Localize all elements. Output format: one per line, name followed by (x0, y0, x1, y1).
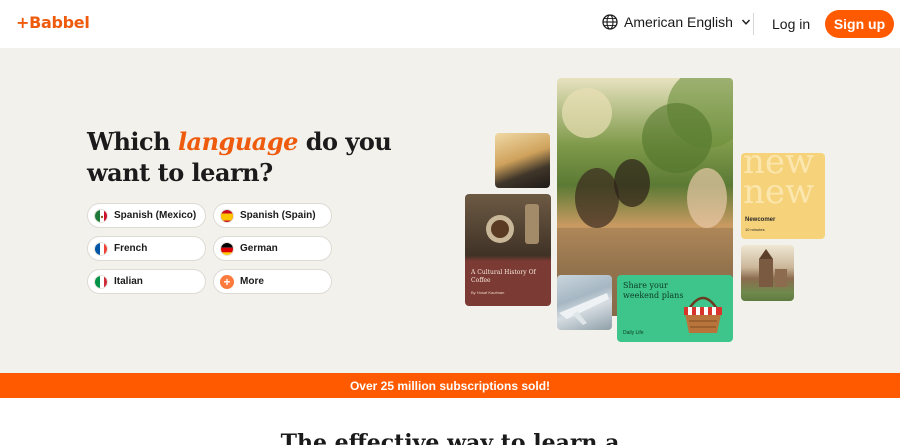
newcomer-card: new new Newcomer 10 minutes (741, 153, 825, 239)
hero-title-start: Which (87, 127, 178, 156)
hero-title-highlight: language (177, 127, 298, 156)
site-header: +Babbel American English Log in Sign up (0, 0, 900, 48)
subscriptions-banner: Over 25 million subscriptions sold! (0, 373, 900, 398)
language-option-italian[interactable]: Italian (87, 269, 206, 294)
language-option-label: French (114, 243, 148, 254)
germany-flag-icon (220, 241, 234, 256)
spain-flag-icon (220, 208, 234, 223)
login-link[interactable]: Log in (772, 16, 810, 32)
language-option-spanish-mexico[interactable]: Spanish (Mexico) (87, 203, 206, 228)
language-option-spanish-spain[interactable]: Spanish (Spain) (213, 203, 332, 228)
book-title: A Cultural History Of Coffee (471, 269, 536, 284)
car-window-photo (495, 133, 550, 188)
signup-button[interactable]: Sign up (825, 10, 894, 38)
book-author: By Hosaf Kaufman (471, 290, 505, 295)
language-option-label: German (240, 243, 278, 254)
language-option-french[interactable]: French (87, 236, 206, 261)
weekend-plans-tag: Daily Life (623, 330, 644, 336)
weekend-plans-card: Share your weekend plans Daily Life (617, 275, 733, 342)
language-option-german[interactable]: German (213, 236, 332, 261)
section-heading: The effective way to learn a (280, 430, 620, 445)
language-option-more[interactable]: + More (213, 269, 332, 294)
features-section: The effective way to learn a (0, 398, 900, 445)
plus-icon: + (220, 274, 234, 289)
banner-text: Over 25 million subscriptions sold! (349, 378, 551, 393)
language-option-label: More (240, 276, 264, 287)
language-option-label: Italian (114, 276, 143, 287)
language-option-label: Spanish (Mexico) (114, 210, 197, 221)
newcomer-duration: 10 minutes (745, 227, 765, 232)
hero-section: Which language do you want to learn? Spa… (0, 48, 900, 373)
france-flag-icon (94, 241, 108, 256)
newcomer-background-word: new new (743, 153, 815, 212)
language-selector-label: American English (624, 14, 733, 30)
globe-icon (602, 14, 618, 30)
coffee-book-card: A Cultural History Of Coffee By Hosaf Ka… (465, 194, 551, 306)
header-divider (753, 13, 754, 35)
picnic-basket-icon (684, 296, 722, 333)
language-selector[interactable]: American English (602, 14, 751, 30)
newcomer-label: Newcomer (745, 217, 776, 223)
language-option-label: Spanish (Spain) (240, 210, 316, 221)
hero-title: Which language do you want to learn? (87, 126, 447, 188)
italy-flag-icon (94, 274, 108, 289)
castle-town-photo (741, 245, 794, 301)
weekend-plans-title: Share your weekend plans (623, 281, 684, 300)
babbel-logo[interactable]: +Babbel (16, 13, 90, 32)
chevron-down-icon (741, 19, 750, 25)
airplane-wing-photo (557, 275, 612, 330)
mexico-flag-icon (94, 208, 108, 223)
